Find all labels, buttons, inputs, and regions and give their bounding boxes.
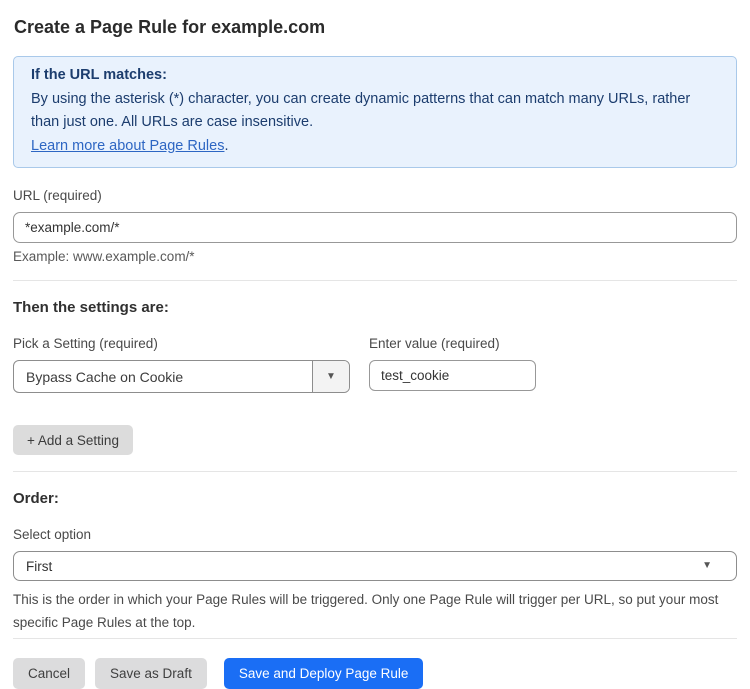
setting-select-value: Bypass Cache on Cookie — [14, 369, 312, 385]
setting-column: Pick a Setting (required) Bypass Cache o… — [13, 316, 350, 393]
setting-select[interactable]: Bypass Cache on Cookie ▼ — [13, 360, 350, 393]
divider — [13, 471, 737, 472]
chevron-down-icon: ▼ — [702, 561, 712, 571]
cancel-button[interactable]: Cancel — [13, 658, 85, 689]
save-as-draft-button[interactable]: Save as Draft — [95, 658, 207, 689]
divider — [13, 280, 737, 281]
order-select[interactable]: First ▼ — [13, 551, 737, 581]
link-period: . — [224, 138, 228, 154]
settings-section-heading: Then the settings are: — [13, 299, 737, 316]
divider — [13, 638, 737, 639]
setting-value-input[interactable] — [369, 360, 536, 391]
select-option-label: Select option — [13, 528, 737, 542]
save-and-deploy-button[interactable]: Save and Deploy Page Rule — [224, 658, 424, 689]
settings-row: Pick a Setting (required) Bypass Cache o… — [13, 316, 737, 393]
setting-select-arrow-button[interactable]: ▼ — [312, 361, 349, 392]
order-section-heading: Order: — [13, 490, 737, 507]
order-select-value: First — [26, 559, 52, 574]
url-matches-info-box: If the URL matches: By using the asteris… — [13, 56, 737, 168]
pick-setting-label: Pick a Setting (required) — [13, 337, 350, 351]
info-box-link-line: Learn more about Page Rules. — [31, 135, 719, 159]
page-title: Create a Page Rule for example.com — [14, 16, 736, 38]
form-actions: Cancel Save as Draft Save and Deploy Pag… — [13, 658, 737, 689]
page-rule-form: Create a Page Rule for example.com If th… — [0, 0, 750, 689]
value-column: Enter value (required) — [369, 323, 536, 391]
learn-more-link[interactable]: Learn more about Page Rules — [31, 138, 224, 154]
url-input[interactable] — [13, 212, 737, 243]
order-helper-text: This is the order in which your Page Rul… — [13, 588, 737, 634]
add-setting-button[interactable]: + Add a Setting — [13, 425, 133, 455]
chevron-down-icon: ▼ — [326, 372, 336, 382]
url-field-label: URL (required) — [13, 189, 737, 203]
enter-value-label: Enter value (required) — [369, 337, 536, 351]
info-box-heading: If the URL matches: — [31, 64, 719, 88]
url-example-helper: Example: www.example.com/* — [13, 249, 737, 264]
info-box-body: By using the asterisk (*) character, you… — [31, 88, 719, 135]
